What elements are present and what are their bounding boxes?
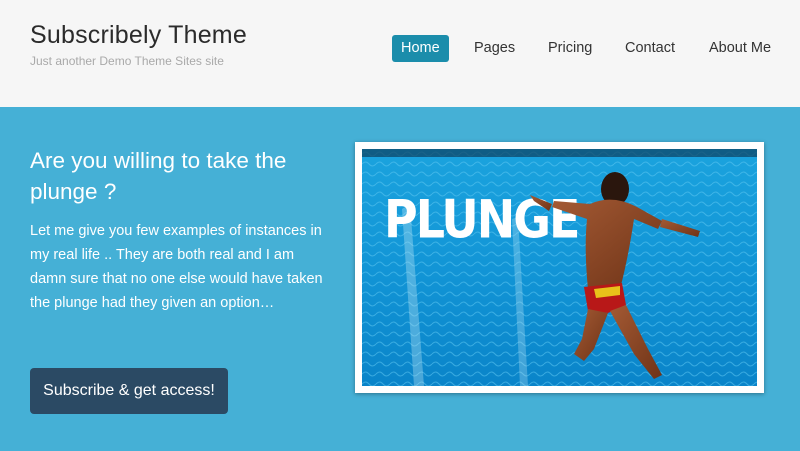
hero-image: PLUNGE	[355, 142, 764, 393]
nav-item-contact[interactable]: Contact	[625, 35, 675, 62]
plunge-photo: PLUNGE	[362, 149, 757, 386]
nav-item-about-me[interactable]: About Me	[709, 35, 771, 62]
subscribe-button[interactable]: Subscribe & get access!	[30, 368, 228, 414]
hero-section: Are you willing to take the plunge ? Let…	[0, 107, 800, 451]
hero-heading: Are you willing to take the plunge ?	[30, 148, 287, 204]
nav-item-pricing[interactable]: Pricing	[548, 35, 592, 62]
main-nav: Home Pages Pricing Contact About Me	[0, 35, 800, 62]
nav-item-home[interactable]: Home	[392, 35, 449, 62]
hero-body-text: Let me give you few examples of instance…	[30, 223, 323, 311]
nav-item-pages[interactable]: Pages	[474, 35, 515, 62]
site-header: Subscribely Theme Just another Demo Them…	[0, 0, 800, 107]
plunge-image-text: PLUNGE	[384, 188, 578, 250]
